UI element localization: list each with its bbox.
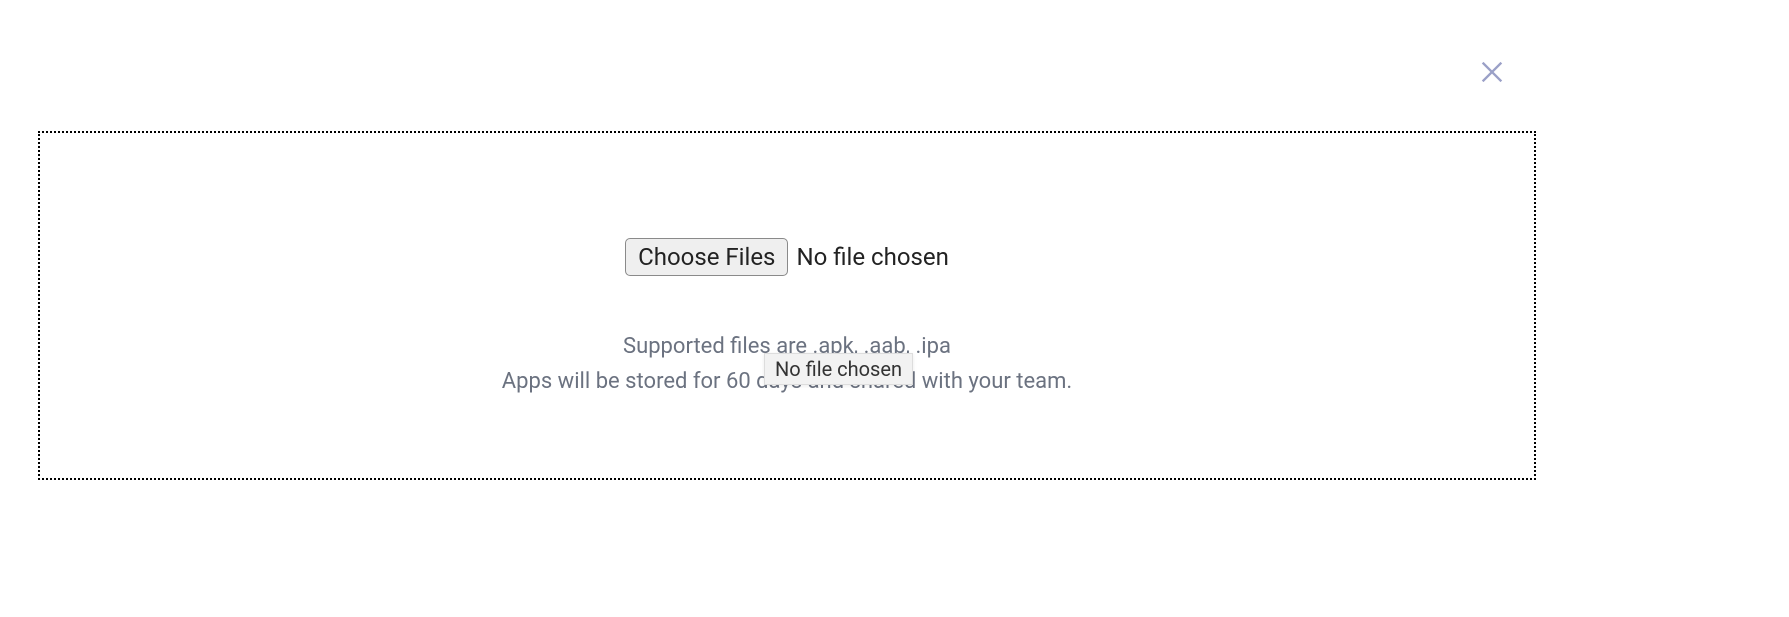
file-input-row: Choose Files No file chosen <box>625 238 949 276</box>
file-dropzone[interactable]: Choose Files No file chosen Supported fi… <box>38 131 1536 480</box>
file-status-tooltip: No file chosen <box>764 353 913 385</box>
file-status-text: No file chosen <box>796 243 948 271</box>
choose-files-button[interactable]: Choose Files <box>625 238 788 276</box>
close-icon <box>1478 58 1506 86</box>
close-button[interactable] <box>1478 58 1506 86</box>
